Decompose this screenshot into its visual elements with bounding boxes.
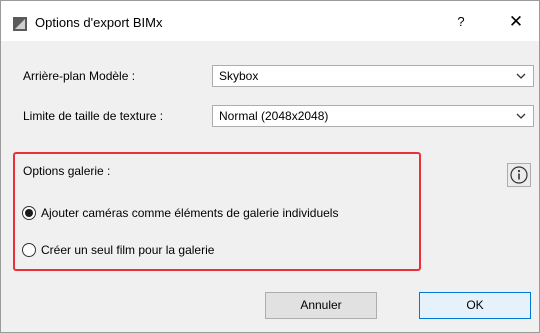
- texture-label: Limite de taille de texture :: [23, 109, 164, 123]
- ok-button[interactable]: OK: [419, 292, 531, 319]
- gallery-options-title: Options galerie :: [23, 164, 111, 178]
- chevron-down-icon: [516, 73, 526, 79]
- radio-button-checked[interactable]: [22, 206, 36, 220]
- radio-option-individual-cameras[interactable]: Ajouter caméras comme éléments de galeri…: [22, 204, 338, 222]
- export-dialog: Options d'export BIMx ? ✕ Arrière-plan M…: [0, 0, 540, 333]
- info-icon: [510, 166, 528, 184]
- help-button[interactable]: ?: [446, 9, 476, 35]
- texture-value: Normal (2048x2048): [219, 109, 329, 123]
- cancel-button[interactable]: Annuler: [265, 292, 377, 319]
- texture-select[interactable]: Normal (2048x2048): [212, 105, 534, 127]
- radio-option-single-film[interactable]: Créer un seul film pour la galerie: [22, 241, 214, 259]
- title-bar: Options d'export BIMx ? ✕: [1, 1, 539, 41]
- radio-button[interactable]: [22, 243, 36, 257]
- background-select[interactable]: Skybox: [212, 65, 534, 87]
- radio-label: Ajouter caméras comme éléments de galeri…: [41, 206, 339, 220]
- radio-label: Créer un seul film pour la galerie: [41, 243, 215, 257]
- close-button[interactable]: ✕: [499, 9, 533, 35]
- window-title: Options d'export BIMx: [35, 15, 163, 30]
- background-value: Skybox: [219, 69, 259, 83]
- bimx-app-icon: [13, 17, 27, 31]
- info-button[interactable]: [507, 163, 531, 187]
- chevron-down-icon: [516, 113, 526, 119]
- background-label: Arrière-plan Modèle :: [23, 69, 136, 83]
